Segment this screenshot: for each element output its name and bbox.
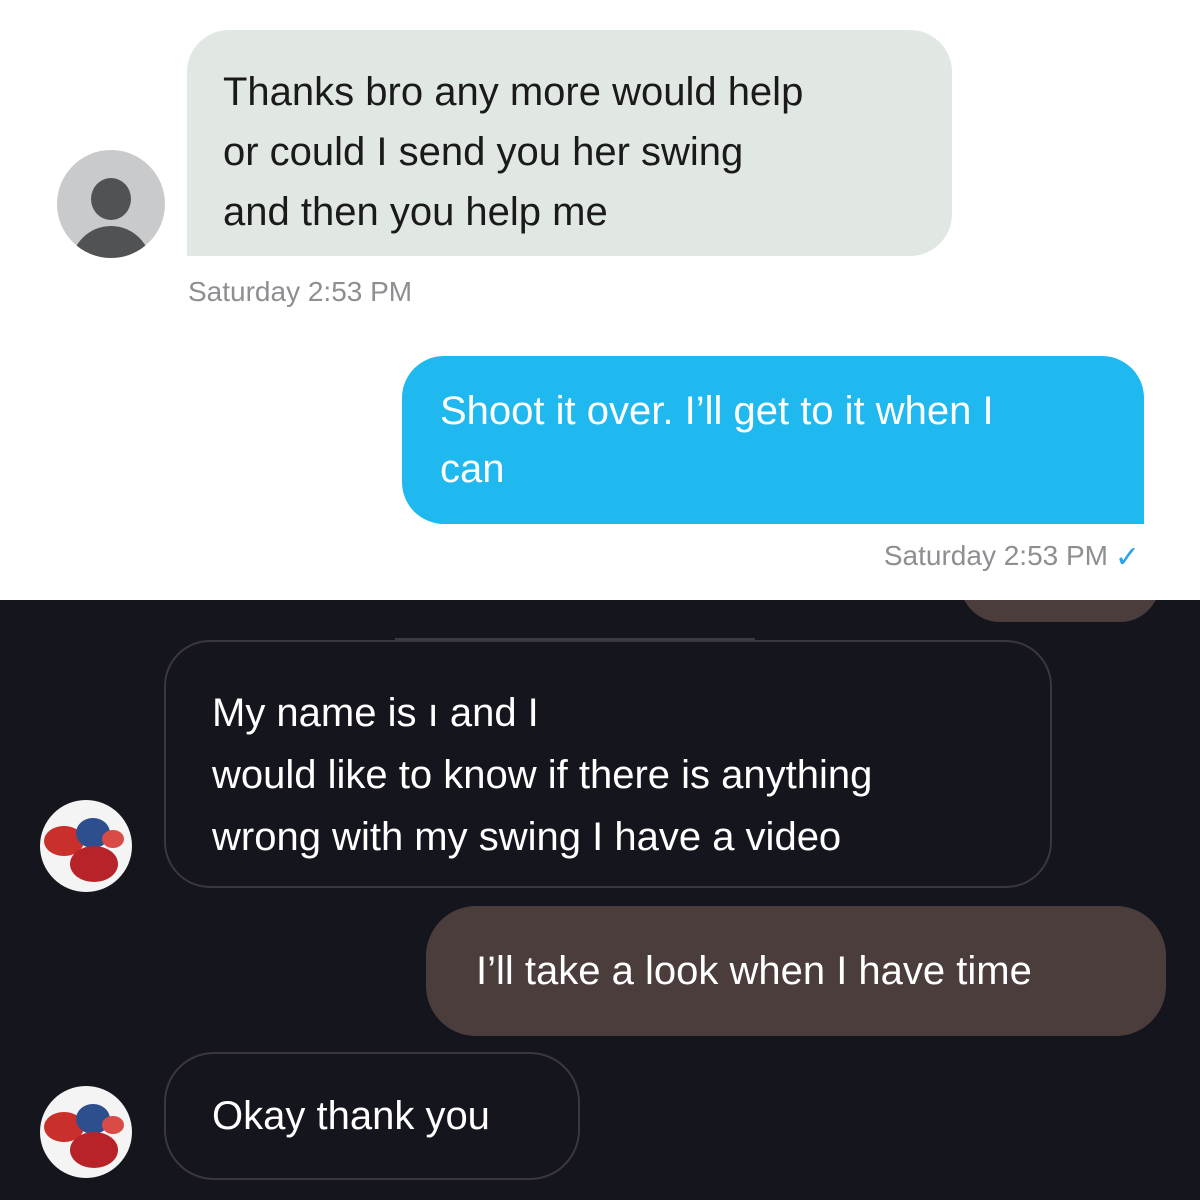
message-timestamp: Saturday 2:53 PM <box>883 540 1108 571</box>
message-text: I’ll take a look when I have time <box>476 949 1032 993</box>
message-timestamp: Saturday 2:53 PM <box>188 276 413 307</box>
message-text: Shoot it over. I’ll get to it when I can <box>440 389 994 491</box>
message-text: Thanks bro any more would help or could … <box>223 70 804 234</box>
default-avatar-icon[interactable] <box>57 150 165 258</box>
dark-conversation-panel: My name is ı and I would like to know if… <box>0 600 1200 1200</box>
outgoing-message-bubble[interactable]: Shoot it over. I’ll get to it when I can <box>402 356 1144 524</box>
incoming-message-bubble[interactable]: My name is ı and I would like to know if… <box>164 640 1052 888</box>
incoming-message-bubble[interactable]: Okay thank you <box>164 1052 580 1180</box>
incoming-message-bubble[interactable]: Thanks bro any more would help or could … <box>187 30 952 256</box>
user-avatar[interactable] <box>40 800 132 892</box>
message-text: Okay thank you <box>212 1094 490 1138</box>
previous-outgoing-bubble <box>960 600 1160 622</box>
outgoing-message-bubble[interactable]: I’ll take a look when I have time <box>426 906 1166 1036</box>
checkmark-icon: ✓ <box>1114 541 1140 574</box>
light-conversation-panel: Thanks bro any more would help or could … <box>0 0 1200 600</box>
user-avatar[interactable] <box>40 1086 132 1178</box>
redaction-box <box>621 680 913 750</box>
